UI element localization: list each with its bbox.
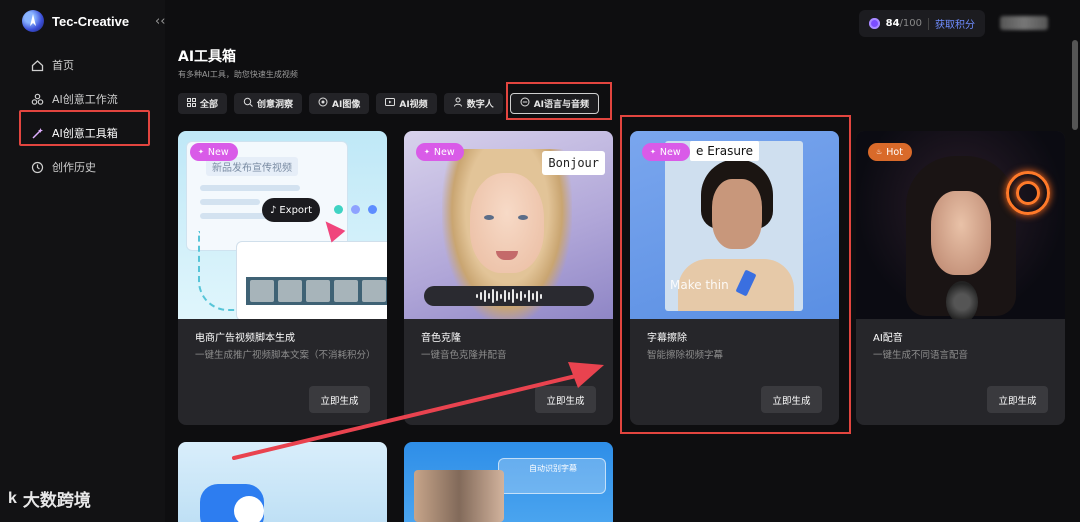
filmstrip [246, 277, 387, 305]
subtitle-box-label: 自动识别字幕 [529, 464, 577, 473]
insight-icon [243, 97, 253, 110]
text-line [200, 185, 300, 191]
sidebar-item-home[interactable]: 首页 [22, 48, 148, 82]
person-icon [453, 97, 463, 110]
grid-icon [187, 97, 196, 110]
tool-card-partial[interactable]: 自动识别字幕 [404, 442, 613, 522]
sparkle-icon: ✦ [650, 148, 656, 156]
page-title: AI工具箱 [178, 49, 237, 65]
text-line [200, 199, 260, 205]
new-badge: ✦ New [190, 143, 238, 161]
badge-label: New [433, 146, 455, 158]
tab-label: 创意洞察 [257, 100, 294, 110]
watermark-logo: k [8, 489, 17, 507]
hot-badge: ♨ Hot [868, 143, 912, 161]
sparkle-icon: ✦ [424, 148, 430, 156]
sidebar-item-label: 首页 [52, 59, 74, 72]
tab-label: 数字人 [466, 100, 494, 110]
generate-button[interactable]: 立即生成 [309, 386, 370, 413]
badge-label: New [659, 146, 681, 158]
card-title: 电商广告视频脚本生成 [195, 333, 295, 344]
tab-label: 全部 [200, 100, 219, 110]
cyber-woman-portrait [906, 156, 1016, 319]
tab-label: AI图像 [332, 100, 361, 110]
sidebar-item-history[interactable]: 创作历史 [22, 150, 148, 184]
annotation-highlight-tab [506, 82, 612, 120]
people-photo [414, 470, 504, 522]
flame-icon: ♨ [876, 148, 883, 156]
annotation-highlight-sidebar [19, 110, 150, 146]
new-badge: ✦ New [642, 143, 690, 161]
app-logo[interactable]: Tec-Creative [22, 10, 129, 32]
collapse-sidebar-icon[interactable]: ‹‹ [155, 14, 165, 29]
app-name: Tec-Creative [52, 13, 130, 29]
sidebar: Tec-Creative ‹‹ 首页 AI创意工作流 AI创意工具箱 创作历史 [0, 0, 165, 522]
generate-button[interactable]: 立即生成 [987, 386, 1048, 413]
card-description: 一键生成推广视频脚本文案（不消耗积分） [195, 350, 376, 361]
card-title: AI配音 [873, 333, 903, 344]
sparkle-icon: ✦ [198, 148, 204, 156]
tab-ai-image[interactable]: AI图像 [309, 93, 370, 114]
speech-bubble: Bonjour [542, 151, 605, 175]
card-thumbnail [178, 442, 387, 522]
tool-card-voice-clone[interactable]: ✦ New Bonjour 音色克隆 一键音色克隆并配音 立即生成 [404, 131, 613, 425]
card-thumbnail: ✦ New Bonjour [404, 131, 613, 319]
logo-icon [22, 10, 44, 32]
home-icon [30, 58, 44, 72]
page-subtitle: 有多种AI工具，助您快速生成视频 [178, 70, 298, 79]
generate-button[interactable]: 立即生成 [535, 386, 596, 413]
subtitle-caption: e Erasure [690, 141, 759, 161]
color-dots [334, 205, 377, 214]
annotation-highlight-card [620, 115, 851, 434]
tab-ai-video[interactable]: AI视频 [376, 93, 437, 114]
new-badge: ✦ New [416, 143, 464, 161]
card-thumbnail: ♨ Hot [856, 131, 1065, 319]
tab-insight[interactable]: 创意洞察 [234, 93, 303, 114]
tiktok-icon: ♪ [269, 204, 277, 216]
export-label: Export [279, 204, 313, 216]
audio-waveform [424, 286, 594, 306]
tab-all[interactable]: 全部 [178, 93, 228, 114]
sidebar-item-label: AI创意工作流 [52, 93, 118, 106]
tab-digital-human[interactable]: 数字人 [443, 93, 503, 114]
watermark: k 大数跨境 [8, 486, 91, 512]
workflow-icon [30, 92, 44, 106]
card-thumbnail: 自动识别字幕 [404, 442, 613, 522]
badge-label: Hot [886, 146, 903, 158]
image-icon [318, 97, 328, 110]
tool-card-ai-dubbing[interactable]: ♨ Hot AI配音 一键生成不同语言配音 立即生成 [856, 131, 1065, 425]
scrollbar[interactable] [1072, 40, 1078, 510]
tab-label: AI视频 [399, 100, 428, 110]
watermark-text: 大数跨境 [22, 491, 91, 511]
card-title: 音色克隆 [421, 333, 461, 344]
badge-label: New [207, 146, 229, 158]
card-description: 一键生成不同语言配音 [873, 350, 969, 361]
history-icon [30, 160, 44, 174]
subtitle-box: 自动识别字幕 [498, 458, 606, 494]
video-icon [385, 97, 396, 110]
tool-card-ad-script[interactable]: ✦ New 新品发布宣传视频 ♪ Export 电商广告视频脚本生成 一键生成推广视… [178, 131, 387, 425]
tool-card-partial[interactable] [178, 442, 387, 522]
export-pill: ♪ Export [262, 198, 320, 222]
card-description: 一键音色克隆并配音 [421, 350, 507, 361]
sidebar-item-label: 创作历史 [52, 161, 96, 174]
scrollbar-thumb[interactable] [1072, 40, 1078, 130]
card-thumbnail: ✦ New 新品发布宣传视频 ♪ Export [178, 131, 387, 319]
subtitle-text: Make thin [670, 278, 729, 292]
